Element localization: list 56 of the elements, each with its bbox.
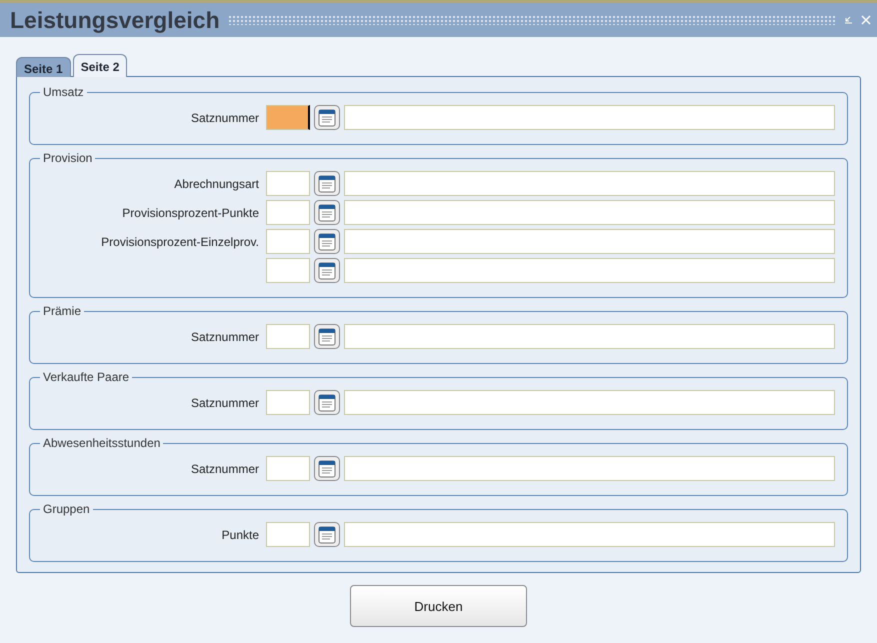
description-field[interactable] <box>344 229 835 254</box>
list-icon <box>318 204 336 222</box>
group-title: Umsatz <box>42 85 85 99</box>
field-label: Satznummer <box>190 396 260 410</box>
print-button[interactable]: Drucken <box>350 585 527 627</box>
code-field[interactable] <box>266 171 310 196</box>
description-field[interactable] <box>344 390 835 415</box>
field-label: Abrechnungsart <box>173 176 260 190</box>
code-field[interactable] <box>266 390 310 415</box>
tab[interactable]: Seite 2 <box>72 54 128 77</box>
lookup-button[interactable] <box>314 390 340 415</box>
minimize-icon[interactable] <box>843 15 853 25</box>
field-label: Provisionsprozent-Punkte <box>121 206 260 220</box>
lookup-button[interactable] <box>314 522 340 547</box>
list-icon <box>318 526 336 544</box>
description-field[interactable] <box>344 522 835 547</box>
lookup-button[interactable] <box>314 105 340 130</box>
field-label: Punkte <box>220 528 260 542</box>
field-label: Satznummer <box>190 462 260 476</box>
list-icon <box>318 328 336 346</box>
group-title: Gruppen <box>42 502 91 516</box>
list-icon <box>318 394 336 412</box>
lookup-button[interactable] <box>314 171 340 196</box>
window-title: Leistungsvergleich <box>10 6 220 34</box>
group-title: Provision <box>42 151 94 165</box>
group-title: Prämie <box>42 304 82 318</box>
list-icon <box>318 232 336 250</box>
lookup-button[interactable] <box>314 258 340 283</box>
field-label: Satznummer <box>190 330 260 344</box>
field-label: Satznummer <box>190 110 260 124</box>
list-icon <box>318 174 336 192</box>
code-field[interactable] <box>266 258 310 283</box>
tab[interactable]: Seite 1 <box>16 57 71 77</box>
lookup-button[interactable] <box>314 324 340 349</box>
description-field[interactable] <box>344 324 835 349</box>
code-field[interactable] <box>266 522 310 547</box>
close-icon[interactable] <box>861 15 871 25</box>
code-field[interactable] <box>266 229 310 254</box>
code-field[interactable] <box>266 105 310 130</box>
description-field[interactable] <box>344 105 835 130</box>
description-field[interactable] <box>344 258 835 283</box>
lookup-button[interactable] <box>314 456 340 481</box>
lookup-button[interactable] <box>314 229 340 254</box>
group-title: Verkaufte Paare <box>42 370 130 384</box>
lookup-button[interactable] <box>314 200 340 225</box>
code-field[interactable] <box>266 324 310 349</box>
field-label: Provisionsprozent-Einzelprov. <box>100 234 260 248</box>
description-field[interactable] <box>344 171 835 196</box>
code-field[interactable] <box>266 456 310 481</box>
list-icon <box>318 460 336 478</box>
list-icon <box>318 108 336 126</box>
description-field[interactable] <box>344 456 835 481</box>
list-icon <box>318 262 336 280</box>
description-field[interactable] <box>344 200 835 225</box>
group-title: Abwesenheitsstunden <box>42 436 162 450</box>
code-field[interactable] <box>266 200 310 225</box>
